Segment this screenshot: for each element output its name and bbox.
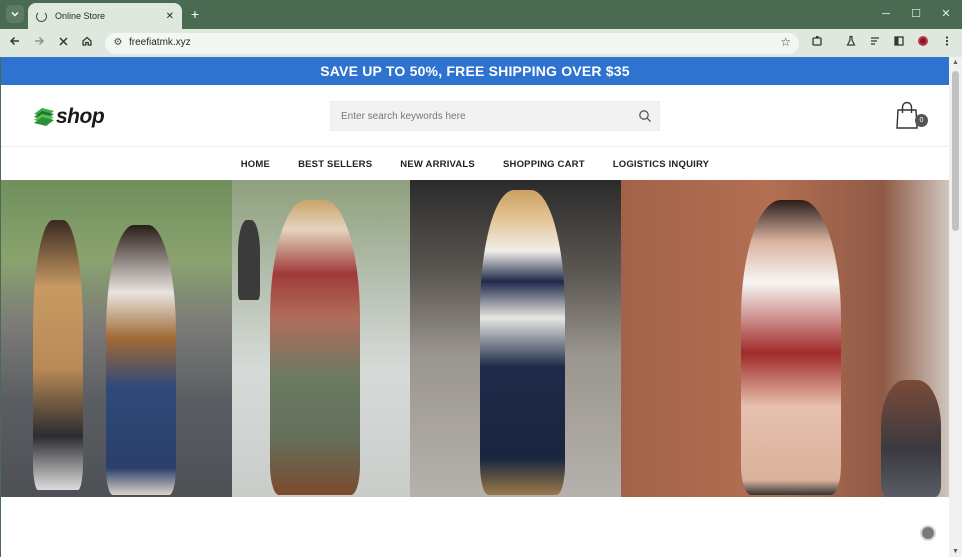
hero-banner[interactable] (1, 180, 949, 497)
tab-search-button[interactable] (6, 5, 24, 23)
web-page: SAVE UP TO 50%, FREE SHIPPING OVER $35 s… (1, 57, 949, 557)
nav-logistics-inquiry[interactable]: LOGISTICS INQUIRY (613, 159, 709, 170)
search-input[interactable] (331, 102, 627, 130)
forward-button[interactable] (30, 34, 48, 52)
close-window-button[interactable]: ✕ (936, 5, 956, 23)
side-panel-icon (894, 36, 904, 46)
puzzle-icon (812, 36, 822, 46)
cart-button[interactable]: 0 (894, 101, 930, 133)
promo-banner[interactable]: SAVE UP TO 50%, FREE SHIPPING OVER $35 (1, 57, 949, 85)
nav-home[interactable]: HOME (241, 159, 270, 170)
stop-icon (58, 37, 68, 46)
home-icon (82, 36, 92, 46)
list-icon (871, 37, 879, 45)
scroll-thumb[interactable] (952, 71, 959, 231)
scroll-up-icon[interactable]: ▲ (952, 59, 959, 66)
side-panel-button[interactable] (890, 34, 908, 52)
close-icon[interactable]: ✕ (166, 11, 174, 22)
minimize-button[interactable]: ─ (876, 5, 896, 23)
reading-list-button[interactable] (866, 34, 884, 52)
browser-tab[interactable]: Online Store ✕ (28, 3, 182, 29)
hero-image-4[interactable] (621, 180, 949, 497)
more-vertical-icon (945, 36, 949, 46)
search-icon[interactable] (637, 108, 653, 124)
plus-icon: + (190, 6, 200, 22)
cart-count-badge: 0 (915, 114, 928, 127)
browser-window: Online Store ✕ + ─ ☐ ✕ ⚙ freefiatmk.xyz … (0, 0, 962, 557)
maximize-button[interactable]: ☐ (906, 5, 926, 23)
hero-image-3[interactable] (410, 180, 621, 497)
browser-toolbar: ⚙ freefiatmk.xyz ☆ (0, 29, 962, 57)
hero-image-2[interactable] (232, 180, 410, 497)
logo-text: shop (56, 105, 105, 128)
content-below-hero (1, 497, 949, 557)
stop-button[interactable] (54, 34, 72, 52)
menu-button[interactable] (938, 34, 956, 52)
main-nav: HOME BEST SELLERS NEW ARRIVALS SHOPPING … (1, 148, 949, 180)
nav-shopping-cart[interactable]: SHOPPING CART (503, 159, 585, 170)
page-scrollbar[interactable]: ▲ ▼ (949, 57, 962, 557)
nav-best-sellers[interactable]: BEST SELLERS (298, 159, 372, 170)
address-bar[interactable]: ⚙ freefiatmk.xyz ☆ (105, 33, 799, 54)
site-logo[interactable]: shop (33, 105, 105, 129)
flask-icon (846, 35, 856, 46)
home-button[interactable] (78, 34, 96, 52)
chat-widget-button[interactable] (920, 525, 936, 541)
url-text: freefiatmk.xyz (129, 37, 191, 48)
nav-new-arrivals[interactable]: NEW ARRIVALS (400, 159, 475, 170)
extensions-button[interactable] (808, 34, 826, 52)
avatar-icon (918, 36, 928, 46)
back-button[interactable] (6, 34, 24, 52)
back-arrow-icon (9, 36, 19, 46)
promo-text: SAVE UP TO 50%, FREE SHIPPING OVER $35 (320, 63, 630, 79)
search-bar (330, 101, 660, 131)
tab-title: Online Store (55, 11, 106, 21)
scroll-down-icon[interactable]: ▼ (952, 548, 959, 555)
logo-mark-icon (34, 108, 54, 126)
site-header: shop 0 (1, 85, 949, 147)
new-tab-button[interactable]: + (187, 5, 203, 23)
forward-arrow-icon (35, 36, 45, 46)
hero-image-1[interactable] (1, 180, 232, 497)
loading-icon (36, 10, 47, 22)
chevron-down-icon (11, 12, 19, 17)
site-info-icon[interactable]: ⚙ (111, 36, 125, 50)
labs-button[interactable] (842, 34, 860, 52)
profile-button[interactable] (914, 34, 932, 52)
star-icon[interactable]: ☆ (780, 35, 791, 49)
title-bar: Online Store ✕ + ─ ☐ ✕ (0, 0, 962, 29)
